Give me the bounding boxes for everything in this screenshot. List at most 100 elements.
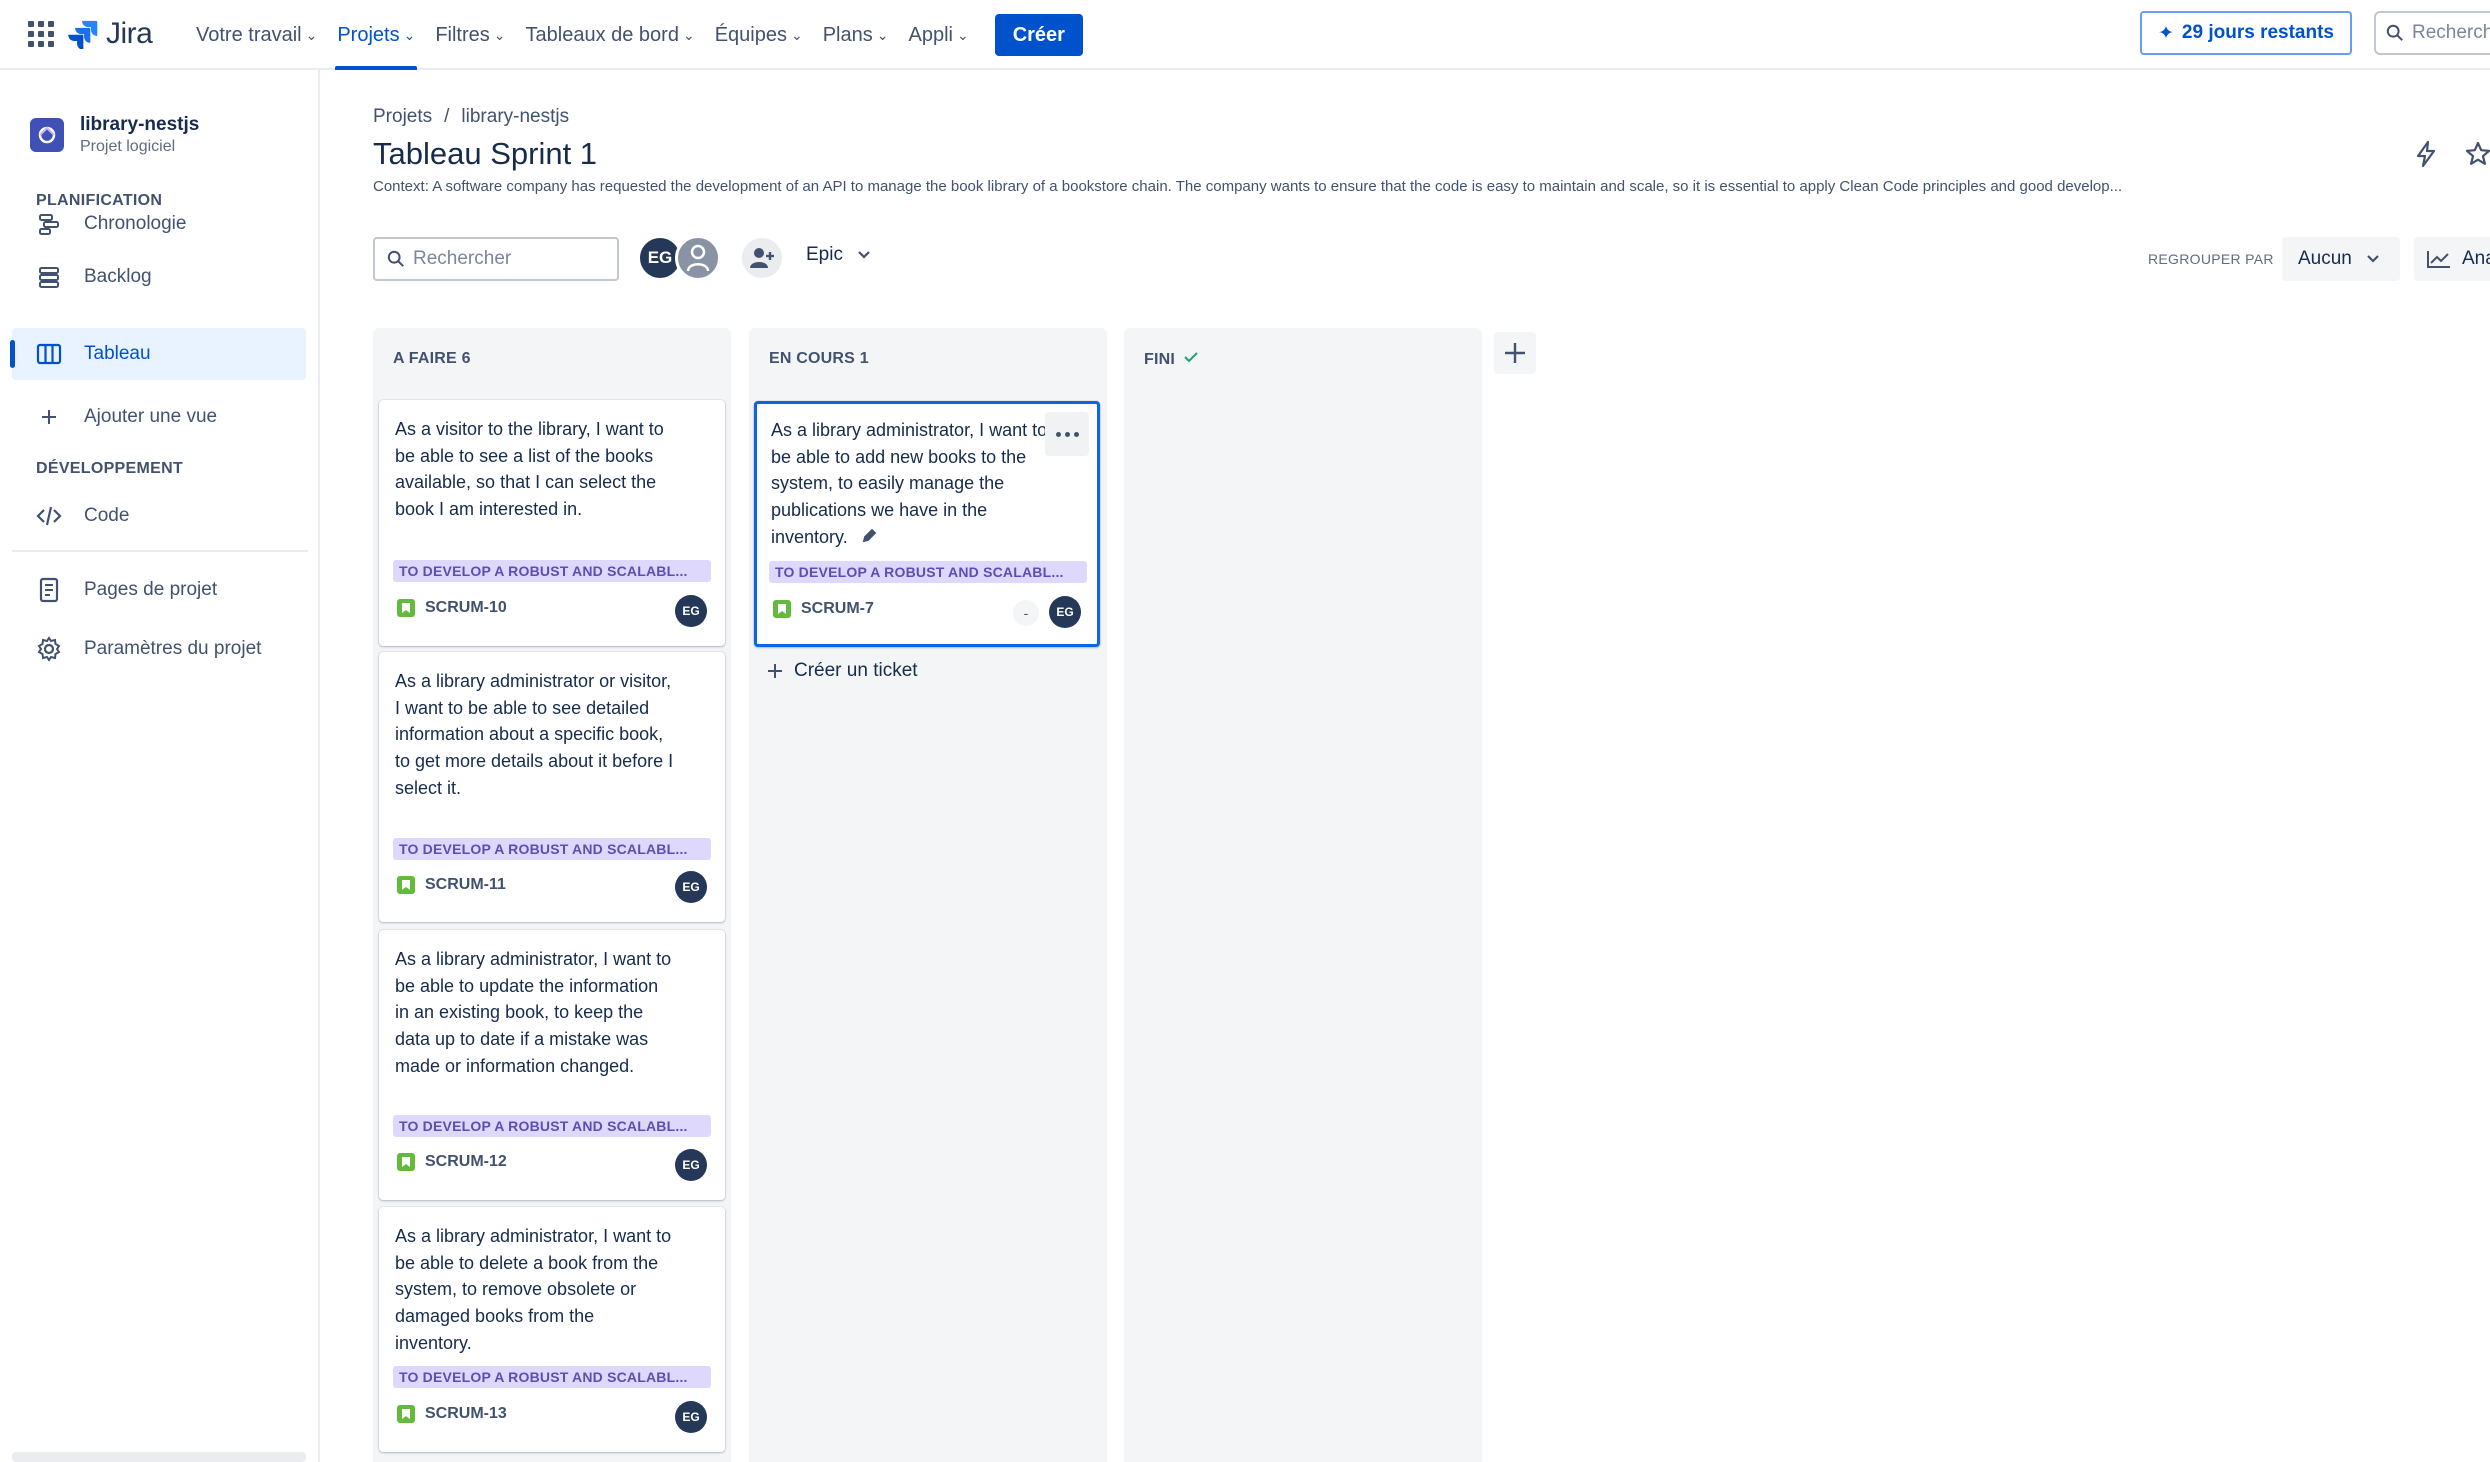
issue-summary: As a visitor to the library, I want to b…: [395, 419, 664, 520]
nav-projects[interactable]: Projets ⌄: [327, 0, 425, 70]
group-by-value: Aucun: [2298, 248, 2352, 269]
issue-card[interactable]: As a library administrator, I want to be…: [379, 1207, 725, 1452]
chevron-down-icon: [857, 244, 871, 266]
add-column-button[interactable]: [1494, 332, 1536, 374]
chevron-down-icon: ⌄: [403, 26, 416, 43]
epic-lozenge[interactable]: TO DEVELOP A ROBUST AND SCALABL...: [769, 561, 1087, 583]
nav-label: Plans: [822, 23, 873, 46]
issue-card-selected[interactable]: As a library administrator, I want to be…: [754, 401, 1100, 647]
avatar[interactable]: EG: [675, 871, 707, 903]
sidebar-item-backlog[interactable]: Backlog: [12, 251, 306, 303]
epic-filter-dropdown[interactable]: Epic: [806, 244, 871, 266]
nav-label: Équipes: [714, 23, 787, 46]
nav-your-work[interactable]: Votre travail ⌄: [186, 0, 327, 70]
issue-key[interactable]: SCRUM-13: [425, 1405, 507, 1423]
chart-trend-icon: [2427, 251, 2450, 268]
project-avatar-icon: [30, 118, 64, 152]
board-search-placeholder: Rechercher: [413, 248, 512, 269]
epic-lozenge[interactable]: TO DEVELOP A ROBUST AND SCALABL...: [393, 1115, 711, 1137]
sidebar-item-label: Chronologie: [84, 213, 187, 234]
issue-key-row: SCRUM-12: [397, 1153, 507, 1171]
issue-key[interactable]: SCRUM-7: [801, 600, 874, 618]
avatar[interactable]: EG: [675, 595, 707, 627]
issue-key-row: SCRUM-7: [773, 600, 874, 618]
nav-label: Votre travail: [196, 23, 302, 46]
breadcrumb-project[interactable]: library-nestjs: [461, 106, 569, 128]
column-title: FINI: [1144, 350, 1176, 368]
edit-pencil-icon[interactable]: [861, 525, 877, 552]
issue-card[interactable]: As a library administrator, I want to be…: [379, 930, 725, 1200]
code-icon: [36, 503, 62, 529]
issue-card[interactable]: As a visitor to the library, I want to b…: [379, 400, 725, 646]
create-issue-button[interactable]: Créer un ticket: [766, 660, 918, 682]
sidebar-item-label: Backlog: [84, 266, 152, 287]
app-switcher-icon[interactable]: [28, 21, 54, 47]
epic-lozenge[interactable]: TO DEVELOP A ROBUST AND SCALABL...: [393, 560, 711, 582]
nav-apps[interactable]: Appli ⌄: [898, 0, 978, 70]
top-navigation: Jira Votre travail ⌄ Projets ⌄ Filtres ⌄ Ta…: [0, 0, 2490, 70]
story-icon: [397, 876, 415, 894]
star-icon[interactable]: [2464, 140, 2490, 173]
chevron-down-icon: ⌄: [876, 26, 889, 43]
sidebar-scrollbar[interactable]: [12, 1452, 306, 1462]
nav-label: Filtres: [435, 23, 490, 46]
issue-summary: As a library administrator, I want to be…: [771, 417, 1051, 551]
sidebar-item-label: Paramètres du projet: [84, 638, 262, 659]
plus-icon: [1505, 343, 1525, 363]
story-icon: [397, 1153, 415, 1171]
epic-lozenge[interactable]: TO DEVELOP A ROBUST AND SCALABL...: [393, 838, 711, 860]
gear-icon: [36, 636, 62, 662]
group-by-select[interactable]: Aucun: [2282, 237, 2400, 281]
automation-icon[interactable]: [2414, 140, 2438, 173]
page-title: Tableau Sprint 1: [373, 136, 598, 171]
nav-label: Appli: [908, 23, 953, 46]
nav-plans[interactable]: Plans ⌄: [813, 0, 899, 70]
story-icon: [773, 600, 791, 618]
more-actions-button[interactable]: [1045, 412, 1089, 456]
story-icon: [397, 599, 415, 617]
board-search-input[interactable]: Rechercher: [373, 237, 619, 281]
issue-key[interactable]: SCRUM-11: [425, 876, 506, 894]
sidebar-item-project-pages[interactable]: Pages de projet: [12, 564, 306, 616]
add-view-button[interactable]: Ajouter une vue: [12, 391, 306, 443]
epic-lozenge[interactable]: TO DEVELOP A ROBUST AND SCALABL...: [393, 1366, 711, 1388]
avatar[interactable]: EG: [675, 1401, 707, 1433]
sidebar-item-board[interactable]: Tableau: [10, 328, 306, 380]
issue-key[interactable]: SCRUM-12: [425, 1153, 507, 1171]
project-header[interactable]: library-nestjs Projet logiciel: [30, 114, 199, 156]
nav-dashboards[interactable]: Tableaux de bord ⌄: [516, 0, 705, 70]
section-development: DÉVELOPPEMENT: [36, 460, 184, 477]
project-type: Projet logiciel: [80, 138, 176, 155]
sidebar-item-timeline[interactable]: Chronologie: [12, 198, 306, 250]
breadcrumb-separator: /: [444, 106, 450, 127]
story-icon: [397, 1405, 415, 1423]
project-sidebar: library-nestjs Projet logiciel PLANIFICA…: [0, 70, 320, 1462]
add-people-icon[interactable]: [739, 235, 785, 281]
breadcrumb: Projets / library-nestjs: [373, 106, 569, 128]
issue-summary: As a library administrator, I want to be…: [395, 1226, 672, 1353]
jira-logo[interactable]: Jira: [68, 14, 153, 54]
sidebar-item-project-settings[interactable]: Paramètres du projet: [12, 623, 306, 675]
issue-key[interactable]: SCRUM-10: [425, 599, 507, 617]
issue-key-row: SCRUM-11: [397, 876, 506, 894]
avatar[interactable]: EG: [675, 1149, 707, 1181]
sidebar-item-code[interactable]: Code: [12, 490, 306, 542]
chevron-down-icon: ⌄: [493, 26, 506, 43]
avatar[interactable]: EG: [1049, 596, 1081, 628]
global-search-input[interactable]: Recherch: [2374, 11, 2490, 55]
issue-summary: As a library administrator or visitor, I…: [395, 671, 674, 798]
global-search-placeholder: Recherch: [2412, 22, 2490, 43]
search-icon: [2386, 24, 2403, 41]
create-issue-label: Créer un ticket: [794, 660, 918, 681]
insights-button[interactable]: Ana: [2414, 237, 2490, 281]
sprint-goal: Context: A software company has requeste…: [373, 178, 2123, 195]
issue-card[interactable]: As a library administrator or visitor, I…: [379, 652, 725, 922]
trial-days-button[interactable]: ✦ 29 jours restants: [2140, 11, 2352, 55]
sparkle-icon: ✦: [2158, 22, 2174, 44]
unassigned-avatar-icon[interactable]: [675, 235, 721, 281]
story-points-badge[interactable]: -: [1013, 600, 1039, 626]
breadcrumb-projects[interactable]: Projets: [373, 106, 432, 128]
nav-teams[interactable]: Équipes ⌄: [705, 0, 813, 70]
create-button[interactable]: Créer: [994, 14, 1083, 56]
nav-filters[interactable]: Filtres ⌄: [425, 0, 515, 70]
